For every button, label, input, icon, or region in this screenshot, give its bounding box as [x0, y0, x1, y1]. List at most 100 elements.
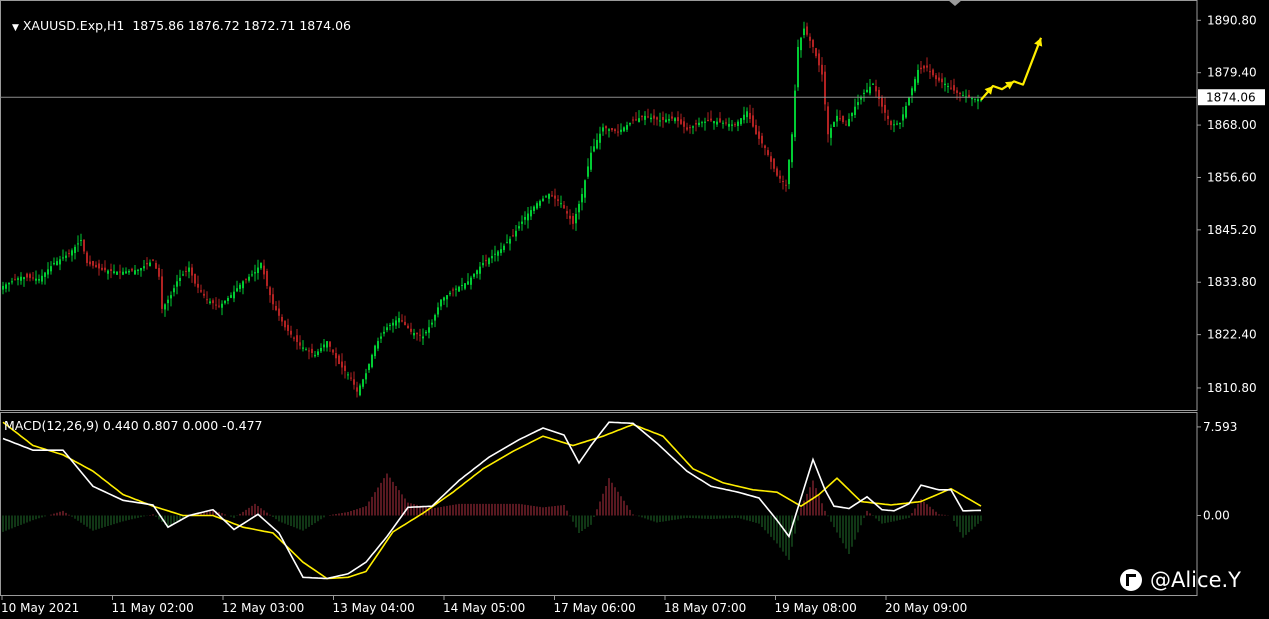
candle [134, 265, 136, 275]
candle-body [650, 117, 652, 120]
candle [554, 188, 556, 207]
candle-body [884, 104, 886, 113]
candle [599, 126, 601, 150]
candle [80, 233, 82, 247]
candle [572, 213, 574, 230]
candle-body [437, 307, 439, 315]
candle [353, 371, 355, 390]
candle-body [479, 266, 481, 274]
candle [974, 98, 976, 103]
candle-body [200, 290, 202, 292]
candle [416, 332, 418, 341]
symbol-dropdown-icon[interactable]: ▼ [12, 23, 19, 33]
candle-body [572, 215, 574, 224]
candle-body [758, 131, 760, 139]
candle-body [314, 354, 316, 357]
candle [722, 120, 724, 129]
candle-body [449, 292, 451, 295]
candle-body [728, 123, 730, 127]
candle-body [806, 26, 808, 35]
candle-body [86, 252, 88, 263]
candle-body [242, 281, 244, 289]
candle-body [548, 194, 550, 199]
candle [575, 207, 577, 231]
candle [647, 108, 649, 119]
candle-body [767, 150, 769, 155]
candle [782, 175, 784, 190]
candle-body [524, 216, 526, 220]
candle-body [539, 200, 541, 206]
candle [674, 117, 676, 124]
candle-body [656, 117, 658, 120]
candle [923, 64, 925, 73]
candle [461, 277, 463, 291]
candle-body [632, 119, 634, 121]
candle [527, 207, 529, 229]
candle-body [914, 79, 916, 91]
candle-body [530, 210, 532, 217]
candle-body [281, 317, 283, 322]
candle [86, 250, 88, 267]
candle [845, 120, 847, 126]
candle [335, 347, 337, 367]
candle [953, 78, 955, 94]
candle-body [284, 321, 286, 328]
candle [770, 151, 772, 170]
candle-body [164, 304, 166, 310]
candle-body [227, 297, 229, 301]
candle-body [518, 226, 520, 229]
candle [119, 264, 121, 280]
candle-body [665, 119, 667, 123]
candle-body [596, 140, 598, 149]
candle [263, 259, 265, 280]
candle-body [14, 279, 16, 281]
candle-body [485, 260, 487, 262]
candle [875, 79, 877, 98]
candle-body [425, 331, 427, 334]
candle [182, 270, 184, 277]
candle-body [830, 128, 832, 138]
candle-body [689, 127, 691, 129]
candle-body [344, 365, 346, 371]
candle [509, 236, 511, 251]
candle [290, 325, 292, 338]
candle [257, 259, 259, 280]
candle-body [974, 98, 976, 100]
candle [68, 249, 70, 258]
candle [146, 257, 148, 270]
candle-body [521, 221, 523, 224]
candle-body [131, 268, 133, 271]
candle-body [356, 387, 358, 392]
candle-body [347, 374, 349, 376]
candle-body [161, 276, 163, 309]
candle [761, 132, 763, 148]
candle [872, 82, 874, 86]
candle [524, 211, 526, 225]
candle [467, 273, 469, 285]
candle-body [608, 129, 610, 131]
candle [491, 249, 493, 264]
candle-body [413, 333, 415, 336]
candle [614, 128, 616, 134]
candle-body [305, 349, 307, 351]
candle-body [716, 121, 718, 125]
candle [809, 33, 811, 49]
candle [689, 124, 691, 134]
candle [728, 117, 730, 131]
trading-chart[interactable]: 1890.80 1879.40 1868.00 1856.60 1845.20 1833.… [0, 0, 1269, 619]
candle [188, 261, 190, 279]
candle [44, 271, 46, 285]
candle-body [620, 129, 622, 132]
candle-body [731, 124, 733, 126]
candle [851, 112, 853, 122]
candle [752, 107, 754, 128]
candle-body [908, 97, 910, 106]
candle [899, 122, 901, 129]
candle-body [695, 123, 697, 125]
candle [965, 89, 967, 103]
candle-body [566, 211, 568, 214]
candle [917, 64, 919, 86]
candle [719, 112, 721, 123]
candle-body [209, 301, 211, 304]
candle [308, 347, 310, 360]
